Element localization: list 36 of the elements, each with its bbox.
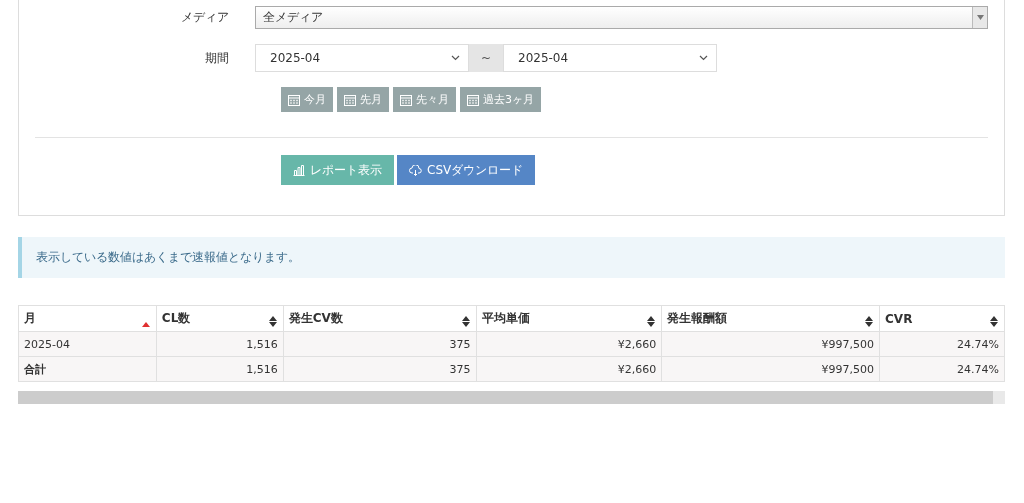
table-cell: 24.74%: [879, 356, 1005, 382]
calendar-icon: [467, 93, 479, 106]
caret-icon: [976, 15, 984, 20]
table-cell: 1,516: [156, 356, 284, 382]
field-label: 期間: [204, 49, 230, 67]
calendar-icon: [400, 93, 412, 106]
table-cell: 24.74%: [879, 331, 1005, 357]
month-select[interactable]: 2025-04: [503, 44, 717, 72]
column-header[interactable]: 発生CV数: [283, 305, 476, 332]
table-cell: ¥2,660: [476, 356, 662, 382]
month-select[interactable]: 2025-04: [255, 44, 469, 72]
table-cell: ¥997,500: [661, 331, 880, 357]
table-cell: 1,516: [156, 331, 284, 357]
calendar-icon: [288, 93, 300, 106]
table-cell: 2025-04: [18, 331, 157, 357]
bar-chart-icon: [293, 164, 305, 176]
table-cell: 合計: [18, 356, 157, 382]
csv-download-button[interactable]: CSVダウンロード: [397, 155, 536, 185]
table-cell: 375: [283, 356, 476, 382]
notice-message: 表示している数値はあくまで速報値となります。: [18, 237, 1005, 278]
field-label: メディア: [180, 9, 230, 26]
cloud-download-icon: [409, 164, 422, 176]
media-select[interactable]: 全メディア: [255, 6, 988, 29]
calendar-icon: [344, 93, 356, 106]
table-cell: ¥2,660: [476, 331, 662, 357]
column-header[interactable]: 発生報酬額: [661, 305, 880, 332]
chevron-down-icon: [451, 55, 460, 61]
column-header[interactable]: 平均単価: [476, 305, 662, 332]
table-cell: 375: [283, 331, 476, 357]
column-header[interactable]: CL数: [156, 305, 284, 332]
column-header[interactable]: CVR: [879, 305, 1005, 332]
chevron-down-icon: [699, 55, 708, 61]
table-cell: ¥997,500: [661, 356, 880, 382]
column-header[interactable]: 月: [18, 305, 157, 332]
horizontal-scrollbar[interactable]: [18, 391, 1005, 404]
range-separator: ~: [469, 44, 503, 72]
